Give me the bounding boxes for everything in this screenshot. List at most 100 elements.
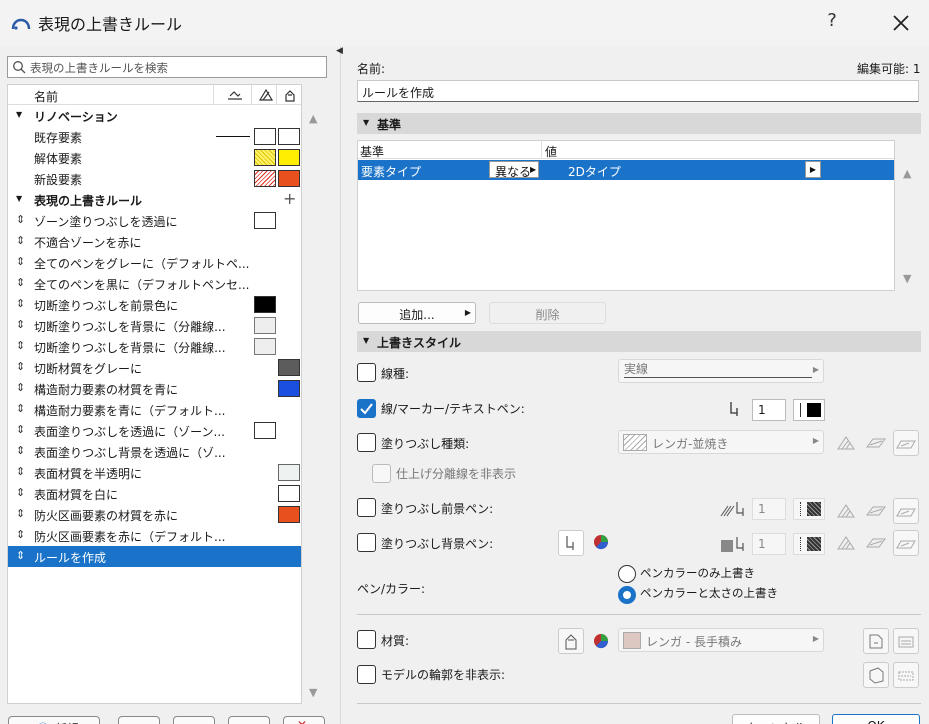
list-item[interactable]: 解体要素 — [8, 147, 301, 168]
fill-type-dropdown[interactable]: レンガ-並焼き ▶ — [618, 430, 824, 454]
material-dropdown[interactable]: レンガ - 長手積み ▶ — [618, 628, 824, 652]
fill-cover-icon[interactable] — [863, 430, 889, 456]
list-item[interactable]: ⇕ 表面塗りつぶしを透過に（ゾーン... — [8, 420, 301, 441]
criteria-row[interactable]: 要素タイプ 異なる ▶ 2Dタイプ ▶ — [358, 160, 894, 180]
list-item[interactable]: ⇕ 表面塗りつぶし背景を透過に（ゾ... — [8, 441, 301, 462]
bg-cover-icon[interactable] — [863, 530, 889, 556]
name-field[interactable]: ルールを作成 — [357, 80, 919, 102]
list-item[interactable]: ⇕ 構造耐力要素の材質を青に — [8, 378, 301, 399]
duplicate-button[interactable] — [118, 716, 160, 724]
drag-handle-icon[interactable]: ⇕ — [16, 528, 25, 541]
bg-pen-color-button[interactable] — [793, 533, 825, 555]
collapse-arrow-icon[interactable]: ◀ — [336, 46, 343, 56]
drag-handle-icon[interactable]: ⇕ — [16, 318, 25, 331]
rule-list[interactable]: 名前 ▼ リノベーション 既存要素 解体要素 新設要素 ▼ 表現の上書きルール + ⇕ ゾーン塗り… — [7, 84, 302, 704]
material-color-wheel-icon[interactable] — [592, 632, 610, 650]
list-item[interactable]: ⇕ 切断塗りつぶしを前景色に — [8, 294, 301, 315]
criteria-scroll-down-icon[interactable]: ▼ — [903, 272, 911, 285]
fg-pen-color-button[interactable] — [793, 498, 825, 520]
drag-handle-icon[interactable]: ⇕ — [16, 297, 25, 310]
line-type-dropdown[interactable]: 実線 ▶ — [618, 359, 824, 383]
add-rule-icon[interactable]: + — [283, 189, 296, 208]
drag-handle-icon[interactable]: ⇕ — [16, 486, 25, 499]
criteria-table[interactable]: 基準 値 要素タイプ 異なる ▶ 2Dタイプ ▶ — [357, 140, 895, 291]
hide-contour-checkbox[interactable] — [357, 665, 376, 684]
expand-icon[interactable]: ▼ — [16, 194, 22, 203]
drag-handle-icon[interactable]: ⇕ — [16, 213, 25, 226]
list-item[interactable]: ⇕ 切断塗りつぶしを背景に（分離線... — [8, 336, 301, 357]
drag-handle-icon[interactable]: ⇕ — [16, 465, 25, 478]
scroll-down-icon[interactable]: ▼ — [309, 686, 321, 699]
list-item[interactable]: ⇕ 構造耐力要素を青に（デフォルト... — [8, 399, 301, 420]
rename-button[interactable] — [228, 716, 270, 724]
list-item[interactable]: ⇕ 表面材質を白に — [8, 483, 301, 504]
fill-icon[interactable] — [257, 87, 275, 103]
line-type-checkbox[interactable] — [357, 363, 376, 382]
operator-dropdown[interactable]: 異なる ▶ — [489, 161, 539, 179]
value-arrow-icon[interactable]: ▶ — [805, 161, 821, 178]
hide-separator-checkbox[interactable] — [372, 464, 391, 483]
bg-cut-icon[interactable] — [833, 530, 859, 556]
contour-icon[interactable] — [863, 662, 889, 688]
add-button[interactable]: 追加... ▶ — [358, 302, 476, 324]
search-input[interactable]: 表現の上書きルールを検索 — [7, 56, 327, 78]
fill-fg-checkbox[interactable] — [357, 498, 376, 517]
delete-rule-button[interactable]: ✕ — [283, 716, 325, 724]
list-item[interactable]: 新設要素 — [8, 168, 301, 189]
drag-handle-icon[interactable]: ⇕ — [16, 339, 25, 352]
drag-handle-icon[interactable]: ⇕ — [16, 507, 25, 520]
radio-color-only[interactable] — [618, 565, 636, 583]
bg-pen-number-field[interactable]: 1 — [752, 533, 786, 555]
list-item[interactable]: ⇕ 防火区画要素を赤に（デフォルト... — [8, 525, 301, 546]
fill-drafting-icon[interactable] — [893, 430, 919, 456]
pen-color-button[interactable] — [793, 399, 825, 421]
drag-handle-icon[interactable]: ⇕ — [16, 402, 25, 415]
list-group-row[interactable]: ▼ 表現の上書きルール + — [8, 189, 301, 210]
material-checkbox[interactable] — [357, 630, 376, 649]
fg-cut-icon[interactable] — [833, 498, 859, 524]
fg-pen-number-field[interactable]: 1 — [752, 498, 786, 520]
list-item[interactable]: ⇕ 全てのペンをグレーに（デフォルトペ... — [8, 252, 301, 273]
material-surface-icon[interactable] — [863, 628, 889, 654]
drag-handle-icon[interactable]: ⇕ — [16, 255, 25, 268]
criteria-scroll-up-icon[interactable]: ▲ — [903, 167, 911, 180]
drag-handle-icon[interactable]: ⇕ — [16, 444, 25, 457]
material-icon[interactable] — [281, 87, 299, 103]
list-item[interactable]: ⇕ 切断塗りつぶしを背景に（分離線... — [8, 315, 301, 336]
style-section-header[interactable]: ▼ 上書きスタイル — [357, 331, 921, 352]
bg-drafting-icon[interactable] — [893, 530, 919, 556]
criteria-section-header[interactable]: ▼ 基準 — [357, 113, 921, 134]
list-item[interactable]: ⇕ 全てのペンを黒に（デフォルトペンセ... — [8, 273, 301, 294]
drag-handle-icon[interactable]: ⇕ — [16, 234, 25, 247]
help-button[interactable]: ? — [820, 10, 844, 34]
drag-handle-icon[interactable]: ⇕ — [16, 423, 25, 436]
fg-drafting-icon[interactable] — [893, 498, 919, 524]
list-item[interactable]: ⇕ ゾーン塗りつぶしを透過に — [8, 210, 301, 231]
delete-button[interactable]: 削除 — [489, 302, 606, 324]
pen-number-field[interactable]: 1 — [752, 399, 786, 421]
material-cut-icon[interactable] — [893, 628, 919, 654]
fg-cover-icon[interactable] — [863, 498, 889, 524]
drag-handle-icon[interactable]: ⇕ — [16, 549, 25, 562]
list-item[interactable]: ⇕ 不適合ゾーンを赤に — [8, 231, 301, 252]
radio-color-weight[interactable] — [618, 586, 636, 604]
list-item[interactable]: ⇕ ルールを作成 — [8, 546, 301, 567]
cancel-button[interactable]: キャンセル — [732, 714, 820, 724]
panel-divider[interactable] — [340, 46, 341, 724]
fill-type-checkbox[interactable] — [357, 433, 376, 452]
list-item[interactable]: ⇕ 防火区画要素の材質を赤に — [8, 504, 301, 525]
pen-checkbox[interactable] — [357, 399, 376, 418]
ok-button[interactable]: OK — [832, 714, 920, 724]
fill-bg-checkbox[interactable] — [357, 533, 376, 552]
scroll-up-icon[interactable]: ▲ — [309, 112, 321, 125]
fill-cut-icon[interactable] — [833, 430, 859, 456]
contour-hidden-icon[interactable] — [893, 662, 919, 688]
import-button[interactable] — [173, 716, 215, 724]
line-icon[interactable] — [226, 87, 244, 103]
new-button[interactable]: ⓘ 新規 — [8, 716, 100, 724]
expand-icon[interactable]: ▼ — [16, 110, 22, 119]
drag-handle-icon[interactable]: ⇕ — [16, 381, 25, 394]
material-toggle-icon[interactable] — [558, 628, 584, 654]
close-icon[interactable] — [886, 8, 916, 38]
list-group-row[interactable]: ▼ リノベーション — [8, 105, 301, 126]
